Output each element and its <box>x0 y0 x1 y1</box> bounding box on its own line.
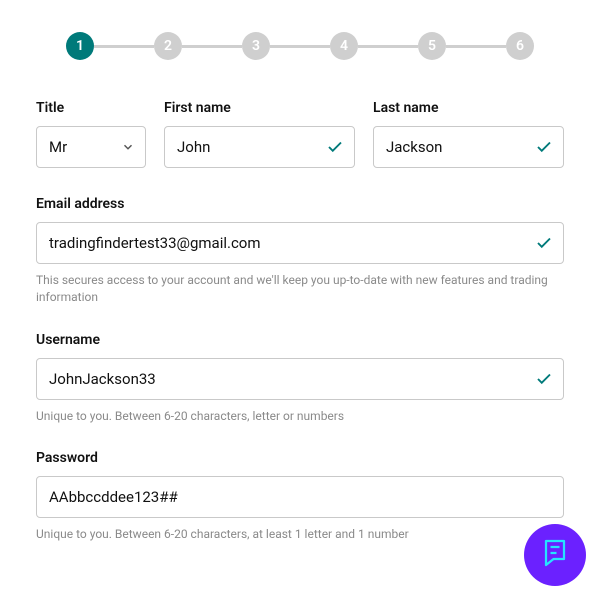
first-name-value: John <box>177 138 210 156</box>
check-icon <box>535 234 553 252</box>
chevron-down-icon <box>121 140 135 154</box>
step-4[interactable]: 4 <box>330 32 358 60</box>
progress-stepper: 1 2 3 4 5 6 <box>36 32 564 60</box>
email-input[interactable]: tradingfindertest33@gmail.com <box>36 222 564 264</box>
check-icon <box>326 138 344 156</box>
title-label: Title <box>36 100 146 116</box>
step-6[interactable]: 6 <box>506 32 534 60</box>
step-5[interactable]: 5 <box>418 32 446 60</box>
chat-icon <box>537 535 573 575</box>
password-label: Password <box>36 450 564 466</box>
step-3[interactable]: 3 <box>242 32 270 60</box>
email-label: Email address <box>36 196 564 212</box>
last-name-input[interactable]: Jackson <box>373 126 564 168</box>
last-name-value: Jackson <box>386 138 442 156</box>
first-name-input[interactable]: John <box>164 126 355 168</box>
username-helper: Unique to you. Between 6-20 characters, … <box>36 408 564 425</box>
title-value: Mr <box>49 138 67 156</box>
check-icon <box>535 138 553 156</box>
step-connector <box>358 45 418 48</box>
step-connector <box>270 45 330 48</box>
username-input[interactable]: JohnJackson33 <box>36 358 564 400</box>
step-connector <box>182 45 242 48</box>
username-value: JohnJackson33 <box>49 370 156 388</box>
email-helper: This secures access to your account and … <box>36 272 564 306</box>
last-name-label: Last name <box>373 100 564 116</box>
title-select[interactable]: Mr <box>36 126 146 168</box>
password-value: AAbbccddee123## <box>49 488 178 506</box>
check-icon <box>535 370 553 388</box>
email-value: tradingfindertest33@gmail.com <box>49 234 261 252</box>
password-input[interactable]: AAbbccddee123## <box>36 476 564 518</box>
password-helper: Unique to you. Between 6-20 characters, … <box>36 526 564 543</box>
step-2[interactable]: 2 <box>154 32 182 60</box>
help-fab[interactable] <box>524 524 586 586</box>
step-connector <box>446 45 506 48</box>
username-label: Username <box>36 332 564 348</box>
first-name-label: First name <box>164 100 355 116</box>
step-1[interactable]: 1 <box>66 32 94 60</box>
step-connector <box>94 45 154 48</box>
